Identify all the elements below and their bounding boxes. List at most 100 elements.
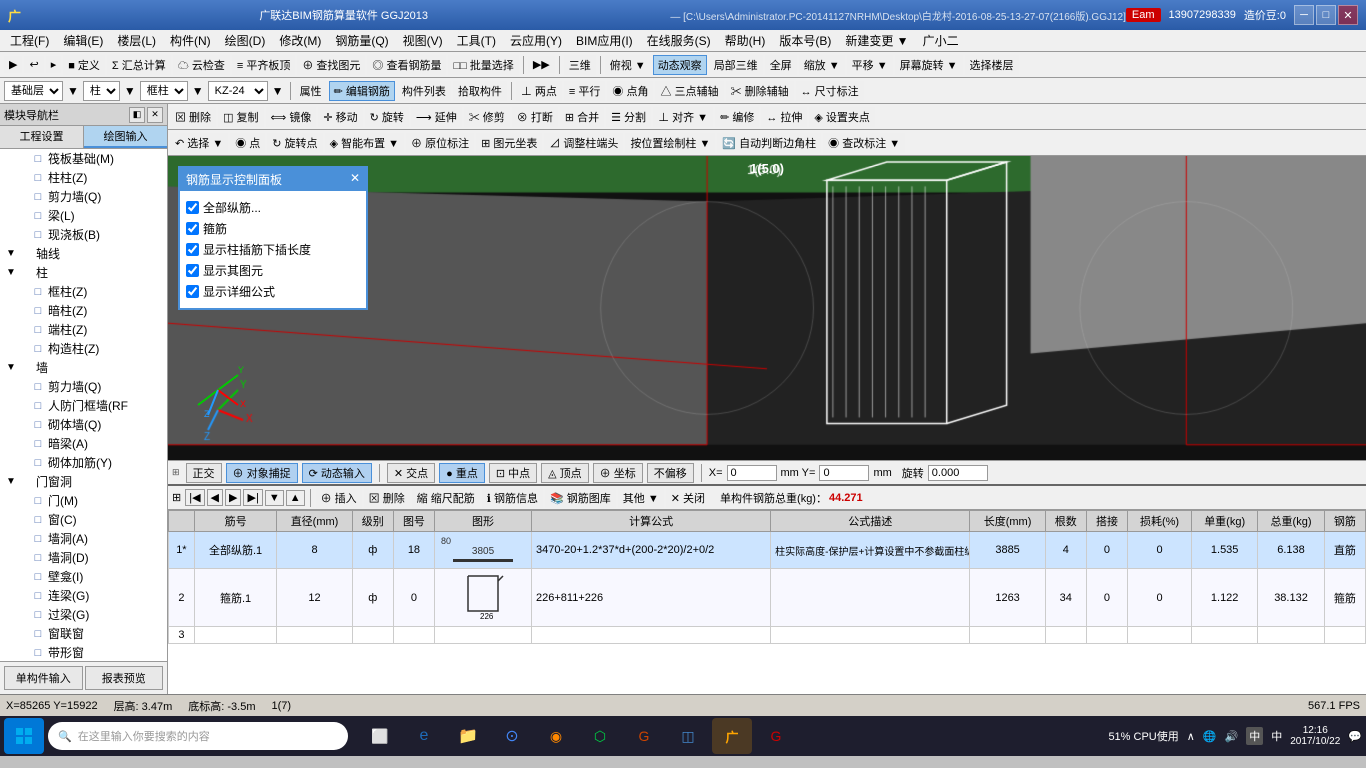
tree-node-8[interactable]: □暗柱(Z)	[0, 301, 167, 320]
taskbar-search[interactable]: 🔍 在这里输入你要搜索的内容	[48, 722, 348, 750]
taskbar-gjd[interactable]: 广	[712, 718, 752, 754]
menu-item-menu-project[interactable]: 工程(F)	[4, 30, 55, 51]
steel-panel-close-btn[interactable]: ✕	[350, 171, 360, 188]
single-component-btn[interactable]: 单构件输入	[4, 666, 83, 690]
delete-row-btn[interactable]: ⊠ 删除	[364, 488, 410, 508]
taskbar-chrome[interactable]: ⊙	[492, 718, 532, 754]
taskbar-app1[interactable]: ◉	[536, 718, 576, 754]
tree-toggle-9[interactable]	[16, 323, 30, 337]
rebar-info-btn[interactable]: ℹ 钢筋信息	[482, 488, 543, 508]
tb1-btn-tb-batchselect[interactable]: □□ 批量选择	[448, 55, 518, 75]
tree-node-10[interactable]: □构造柱(Z)	[0, 339, 167, 358]
nav-down-btn[interactable]: ▼	[265, 490, 284, 506]
table-row[interactable]: 3	[169, 627, 1366, 644]
start-button[interactable]	[4, 718, 44, 754]
tb1-btn-tb-rotate[interactable]: 屏幕旋转 ▼	[895, 55, 963, 75]
steel-opt-showelement-check[interactable]	[186, 264, 199, 277]
nav-up-btn[interactable]: ▲	[286, 490, 305, 506]
tree-toggle-17[interactable]: ▼	[4, 475, 18, 489]
tb1-btn-tb-view[interactable]: 俯视 ▼	[605, 55, 651, 75]
tb3-break-btn[interactable]: ⊗ 打断	[512, 107, 558, 127]
table-cell-0-14[interactable]: 直筋	[1324, 532, 1365, 569]
coord-cross-btn[interactable]: ✕ 交点	[387, 463, 435, 483]
coord-coords-btn[interactable]: ⊕ 坐标	[593, 463, 643, 483]
tree-toggle-25[interactable]	[16, 627, 30, 641]
nav-first-btn[interactable]: |◀	[185, 489, 204, 506]
tb4-select-btn[interactable]: ↶ 选择 ▼	[170, 133, 228, 153]
tb2-delaux-btn[interactable]: ✂ 删除辅轴	[726, 81, 794, 101]
tree-node-17[interactable]: ▼门窗洞	[0, 472, 167, 491]
tb1-btn-tb-selectfloor[interactable]: 选择楼层	[965, 55, 1019, 75]
table-cell-0-0[interactable]: 1*	[169, 532, 195, 569]
table-cell-2-11[interactable]	[1128, 627, 1192, 644]
steel-option-all[interactable]: 全部纵筋...	[186, 197, 360, 218]
table-cell-2-5[interactable]	[435, 627, 532, 644]
tb3-align-btn[interactable]: ⊥ 对齐 ▼	[653, 107, 713, 127]
component-type-select[interactable]: 柱	[83, 81, 120, 101]
menu-item-menu-tools[interactable]: 工具(T)	[451, 30, 502, 51]
tree-toggle-14[interactable]	[16, 418, 30, 432]
component-id-select[interactable]: KZ-24	[208, 81, 268, 101]
tree-node-4[interactable]: □现浇板(B)	[0, 225, 167, 244]
table-cell-0-5[interactable]: 803805	[435, 532, 532, 569]
tb1-btn-tb-redo[interactable]: ▸	[46, 56, 62, 73]
tb4-autojudge-btn[interactable]: 🔄 自动判断边角柱	[717, 133, 821, 153]
menu-item-menu-view[interactable]: 视图(V)	[397, 30, 449, 51]
tree-node-1[interactable]: □柱柱(Z)	[0, 168, 167, 187]
coord-x-input[interactable]	[727, 465, 777, 481]
rebar-library-btn[interactable]: 📚 钢筋图库	[545, 488, 616, 508]
tree-node-2[interactable]: □剪力墙(Q)	[0, 187, 167, 206]
component-kind-select[interactable]: 框柱	[140, 81, 188, 101]
tree-toggle-22[interactable]	[16, 570, 30, 584]
steel-option-showelement[interactable]: 显示其图元	[186, 260, 360, 281]
taskbar-task-view[interactable]: ⬜	[360, 718, 400, 754]
coord-y-input[interactable]	[819, 465, 869, 481]
table-cell-1-2[interactable]: 12	[277, 569, 352, 627]
scale-rebar-btn[interactable]: 縮 缩尺配筋	[412, 488, 480, 508]
menu-item-menu-floor[interactable]: 楼层(L)	[111, 30, 162, 51]
tree-node-20[interactable]: □墙洞(A)	[0, 529, 167, 548]
steel-option-formula[interactable]: 显示详细公式	[186, 281, 360, 302]
taskbar-ie[interactable]: e	[404, 718, 444, 754]
table-cell-2-0[interactable]: 3	[169, 627, 195, 644]
tb4-drawbypos-btn[interactable]: 按位置绘制柱 ▼	[625, 133, 715, 153]
tb1-btn-tb-align[interactable]: ≡ 平齐板顶	[232, 55, 295, 75]
tb1-btn-tb-new[interactable]: ▶	[4, 56, 22, 73]
menu-item-menu-assistant[interactable]: 广小二	[917, 30, 965, 51]
tree-toggle-13[interactable]	[16, 399, 30, 413]
tree-node-14[interactable]: □砌体墙(Q)	[0, 415, 167, 434]
table-cell-2-9[interactable]	[1045, 627, 1086, 644]
tree-node-22[interactable]: □壁龛(I)	[0, 567, 167, 586]
tb1-btn-tb-find[interactable]: ⊕ 查找图元	[297, 55, 365, 75]
tree-toggle-10[interactable]	[16, 342, 30, 356]
tree-toggle-2[interactable]	[16, 190, 30, 204]
steel-opt-allrebar-check[interactable]	[186, 201, 199, 214]
tree-toggle-11[interactable]: ▼	[4, 361, 18, 375]
menu-item-menu-rebar[interactable]: 钢筋量(Q)	[329, 30, 394, 51]
table-row[interactable]: 2箍筋.112ф0226226+811+226126334001.12238.1…	[169, 569, 1366, 627]
tree-node-21[interactable]: □墙洞(D)	[0, 548, 167, 567]
tree-toggle-15[interactable]	[16, 437, 30, 451]
tb3-mirror-btn[interactable]: ⟺ 镜像	[266, 107, 317, 127]
table-cell-0-7[interactable]: 柱实际高度-保护层+计算设置中不参截面柱纵筋的下端，柱柱弯折后搭接双面焊长度	[771, 532, 970, 569]
tree-node-12[interactable]: □剪力墙(Q)	[0, 377, 167, 396]
tree-toggle-23[interactable]	[16, 589, 30, 603]
table-cell-1-6[interactable]: 226+811+226	[532, 569, 771, 627]
tb2-dimension-btn[interactable]: ↔ 尺寸标注	[796, 81, 864, 101]
tree-toggle-6[interactable]: ▼	[4, 266, 18, 280]
tree-node-15[interactable]: □暗梁(A)	[0, 434, 167, 453]
taskbar-chevron[interactable]: ∧	[1187, 730, 1195, 743]
table-cell-1-4[interactable]: 0	[393, 569, 434, 627]
input-method[interactable]: 中	[1246, 727, 1263, 745]
tree-toggle-24[interactable]	[16, 608, 30, 622]
tb4-elemtable-btn[interactable]: ⊞ 图元坐表	[476, 133, 542, 153]
taskbar-file-explorer[interactable]: 📁	[448, 718, 488, 754]
table-cell-0-1[interactable]: 全部纵筋.1	[194, 532, 277, 569]
tree-node-11[interactable]: ▼墙	[0, 358, 167, 377]
tb4-rotpoint-btn[interactable]: ↻ 旋转点	[267, 133, 322, 153]
menu-item-menu-bim[interactable]: BIM应用(I)	[570, 30, 639, 51]
maximize-button[interactable]: □	[1316, 5, 1336, 25]
tree-toggle-21[interactable]	[16, 551, 30, 565]
tree-node-25[interactable]: □窗联窗	[0, 624, 167, 643]
tb1-btn-tb-pan[interactable]: 平移 ▼	[847, 55, 893, 75]
